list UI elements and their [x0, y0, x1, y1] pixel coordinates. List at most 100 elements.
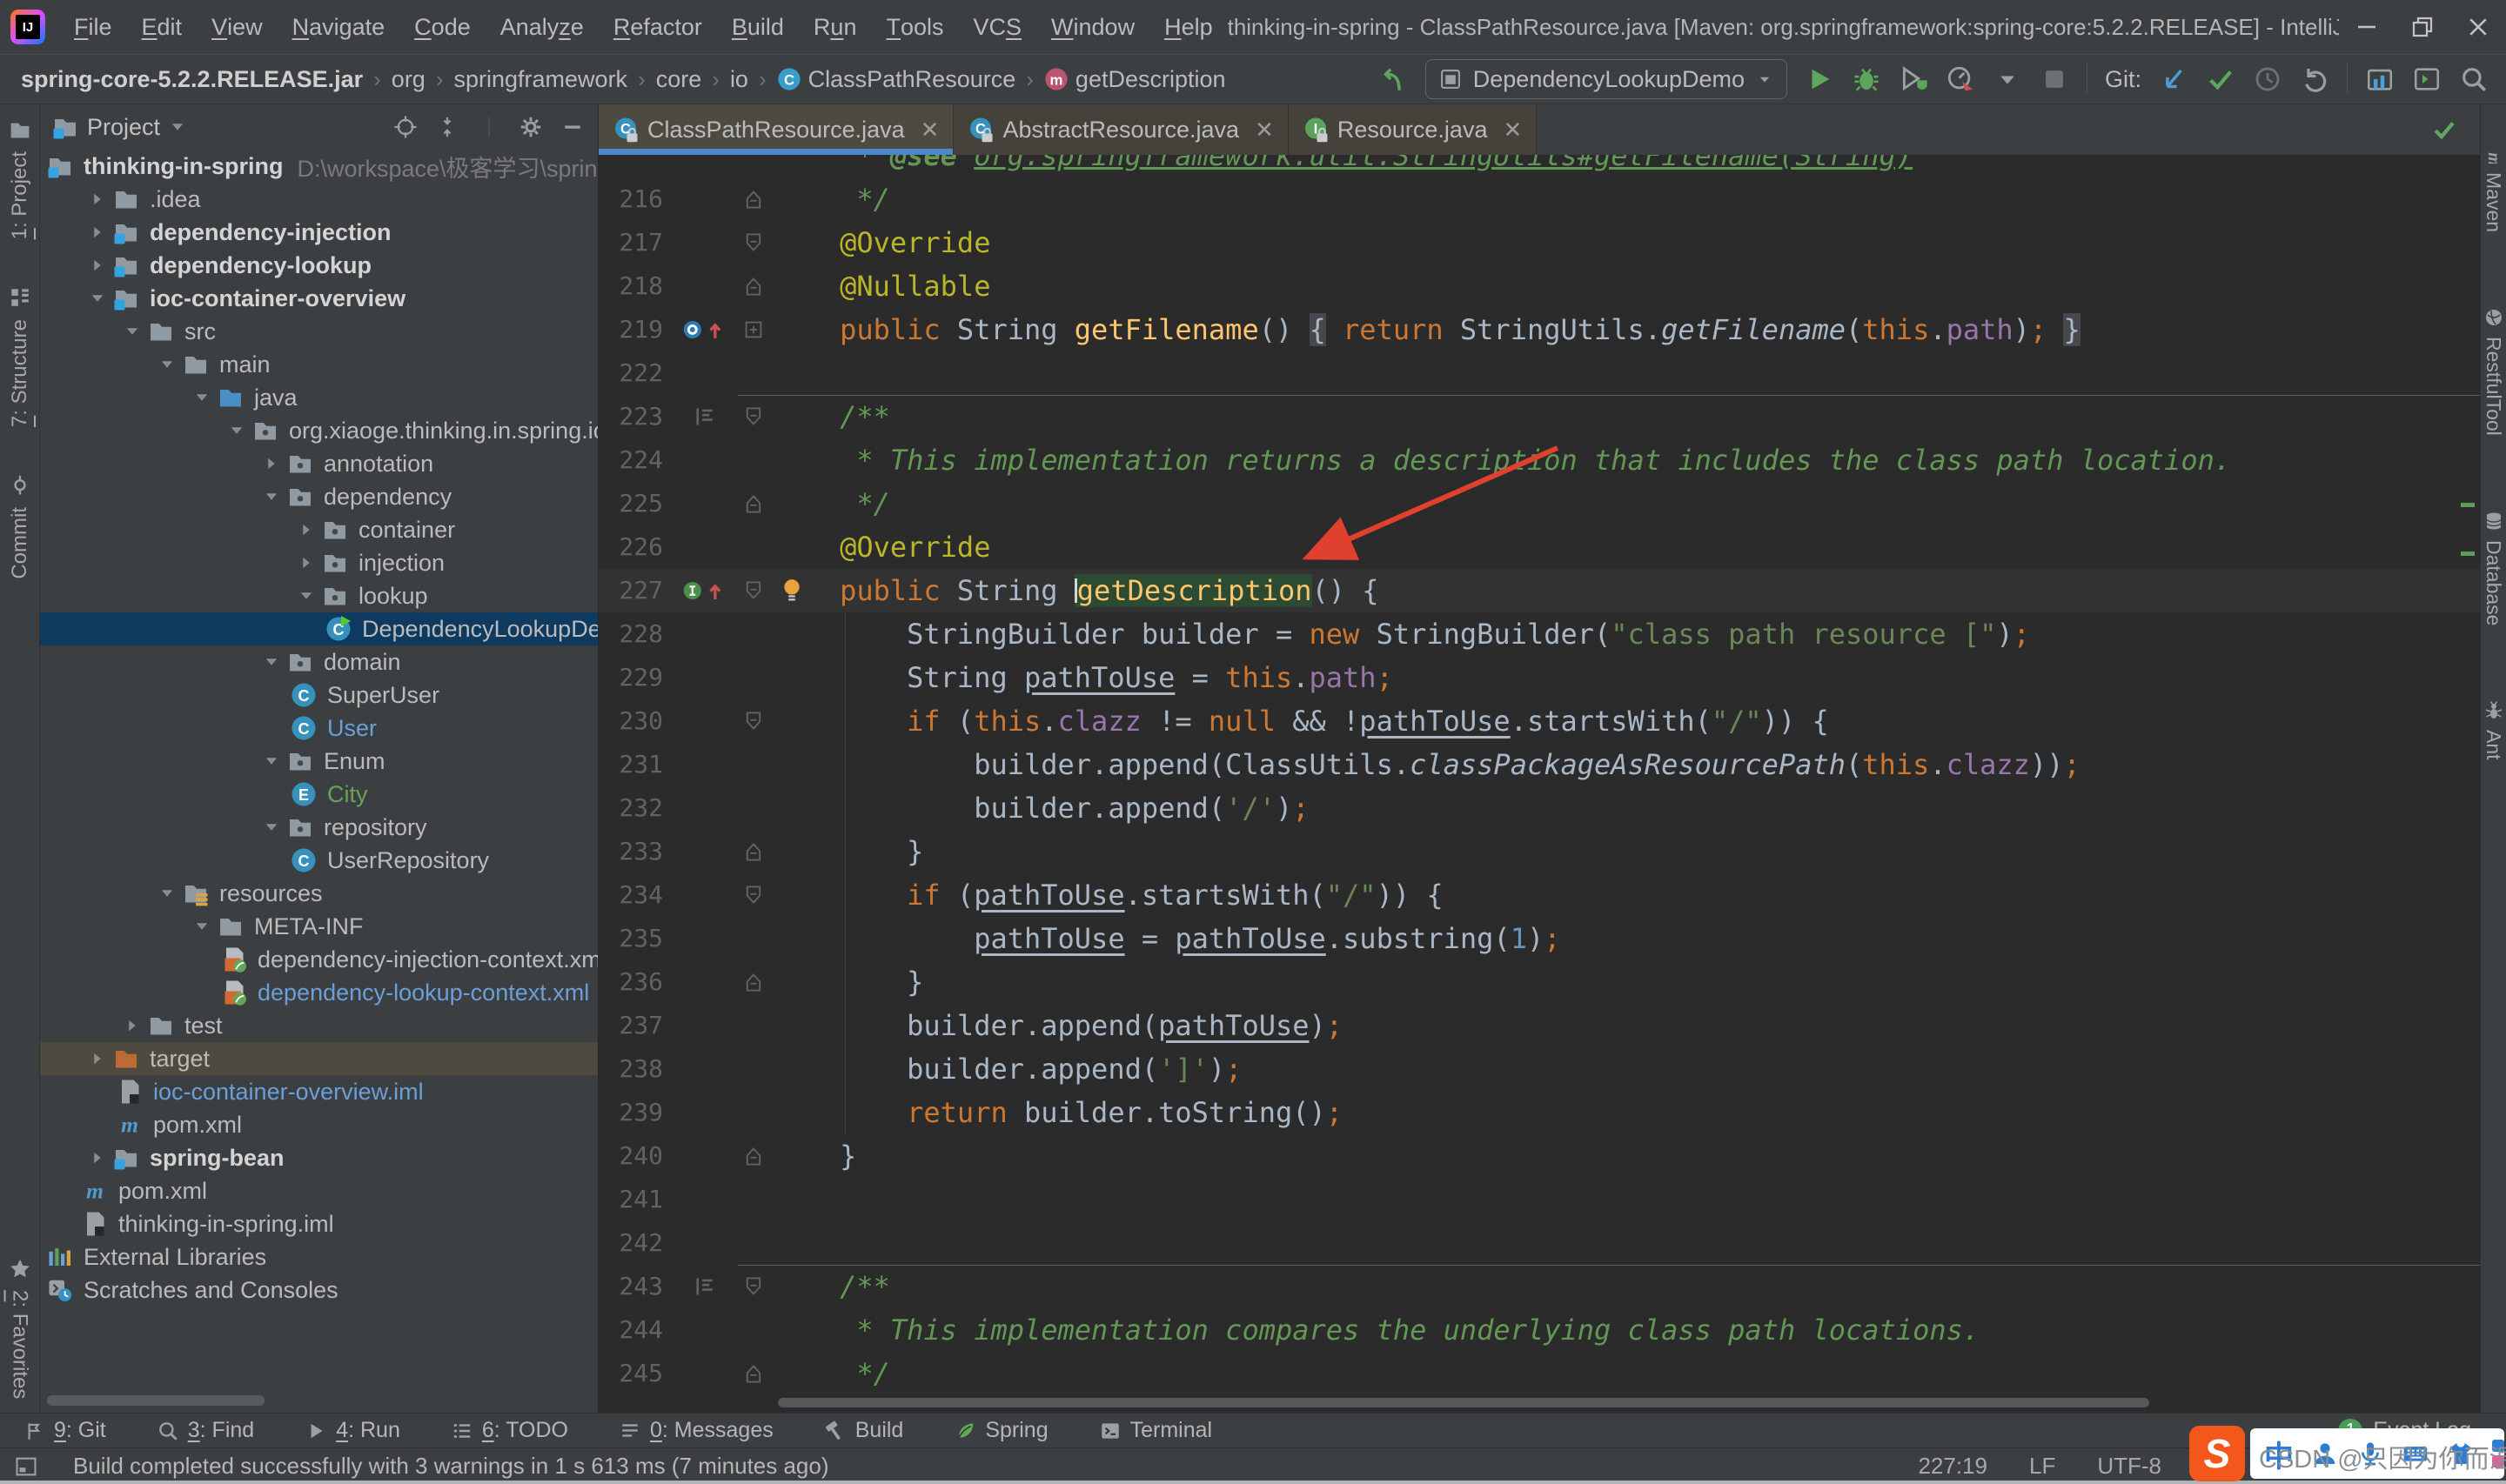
- file-encoding[interactable]: UTF-8: [2097, 1453, 2161, 1480]
- code-line-243[interactable]: 243 /**: [599, 1265, 2480, 1308]
- code-text[interactable]: /**: [773, 395, 2480, 438]
- code-line-227[interactable]: 227 public String getDescription() {: [599, 569, 2480, 612]
- toolwindow-bar-messages[interactable]: 0: Messages: [619, 1418, 774, 1443]
- code-text[interactable]: * This implementation returns a descript…: [773, 438, 2480, 482]
- fold-marker-slot[interactable]: [734, 569, 773, 612]
- tree-collapse-icon[interactable]: [291, 587, 322, 605]
- code-text[interactable]: * @see org.springframework.util.StringUt…: [773, 155, 2480, 177]
- tree-item-test[interactable]: test: [40, 1009, 598, 1042]
- tree-item-city[interactable]: E City: [40, 778, 598, 811]
- tree-item-superuser[interactable]: C SuperUser: [40, 678, 598, 712]
- toolwindow-bar-spring[interactable]: Spring: [954, 1418, 1049, 1443]
- profiler-icon[interactable]: [1946, 64, 1975, 94]
- toolwindow-button-7-structure[interactable]: 7: Structure: [8, 286, 32, 427]
- code-line-236[interactable]: 236 }: [599, 960, 2480, 1004]
- code-text[interactable]: pathToUse = pathToUse.substring(1);: [773, 917, 2480, 960]
- code-line-231[interactable]: 231 builder.append(ClassUtils.classPacka…: [599, 743, 2480, 786]
- tree-item-dependency-injection[interactable]: dependency-injection: [40, 216, 598, 249]
- tree-item-thinking-in-spring-iml[interactable]: thinking-in-spring.iml: [40, 1207, 598, 1240]
- code-line-230[interactable]: 230 if (this.clazz != null && !pathToUse…: [599, 699, 2480, 743]
- tree-collapse-icon[interactable]: [151, 356, 183, 373]
- toolwindow-button-maven[interactable]: m Maven: [2482, 143, 2505, 232]
- menu-refactor[interactable]: Refactor: [599, 0, 717, 54]
- window-close-button[interactable]: [2450, 0, 2506, 54]
- tree-expand-icon[interactable]: [291, 521, 322, 538]
- code-text[interactable]: StringBuilder builder = new StringBuilde…: [773, 612, 2480, 656]
- menu-run[interactable]: Run: [799, 0, 872, 54]
- menu-build[interactable]: Build: [717, 0, 799, 54]
- fold-up-icon[interactable]: [743, 189, 764, 210]
- tree-item-org-xiaoge-thinking-in-spring-ioc-over[interactable]: org.xiaoge.thinking.in.spring.ioc.over: [40, 414, 598, 447]
- breadcrumb-item[interactable]: C ClassPathResource: [774, 66, 1020, 93]
- locate-icon[interactable]: [392, 114, 419, 140]
- fold-down-icon[interactable]: [743, 232, 764, 253]
- override-icon[interactable]: [680, 318, 729, 341]
- tree-item-main[interactable]: main: [40, 348, 598, 381]
- tab-abstractresource-java[interactable]: C AbstractResource.java ✕: [954, 104, 1289, 155]
- window-min-button[interactable]: [2339, 0, 2395, 54]
- tree-item-pom-xml[interactable]: m pom.xml: [40, 1174, 598, 1207]
- code-text[interactable]: */: [773, 482, 2480, 525]
- fold-marker-slot[interactable]: [734, 177, 773, 221]
- fold-marker-slot[interactable]: [734, 699, 773, 743]
- code-text[interactable]: }: [773, 960, 2480, 1004]
- code-text[interactable]: builder.append('/');: [773, 786, 2480, 830]
- code-text[interactable]: public String getDescription() {: [773, 569, 2480, 612]
- toolwindow-toggle-icon[interactable]: [14, 1454, 38, 1479]
- code-text[interactable]: */: [773, 177, 2480, 221]
- fold-up-icon[interactable]: [743, 1363, 764, 1384]
- menu-code[interactable]: Code: [399, 0, 486, 54]
- tree-collapse-icon[interactable]: [256, 488, 287, 505]
- code-line-223[interactable]: 223 /**: [599, 395, 2480, 438]
- code-text[interactable]: builder.append(pathToUse);: [773, 1004, 2480, 1047]
- hide-icon[interactable]: [559, 114, 586, 140]
- toolwindow-button-restfultool[interactable]: RestfulTool: [2482, 307, 2505, 436]
- code-line-238[interactable]: 238 builder.append(']');: [599, 1047, 2480, 1091]
- sogou-input-icon[interactable]: S: [2189, 1426, 2245, 1481]
- code-text[interactable]: [773, 351, 2480, 395]
- toolwindow-bar-terminal[interactable]: Terminal: [1099, 1418, 1212, 1443]
- tree-item-dependency-lookup-context-xml[interactable]: dependency-lookup-context.xml: [40, 976, 598, 1009]
- dd-arrow-icon[interactable]: [1993, 64, 2022, 94]
- breadcrumb-item[interactable]: io: [727, 66, 752, 93]
- code-line-233[interactable]: 233 }: [599, 830, 2480, 873]
- code-line-241[interactable]: 241: [599, 1178, 2480, 1221]
- tree-collapse-icon[interactable]: [82, 290, 113, 307]
- tree-expand-icon[interactable]: [82, 1050, 113, 1067]
- fold-marker-slot[interactable]: [734, 221, 773, 264]
- tree-collapse-icon[interactable]: [186, 918, 218, 935]
- breadcrumb-item[interactable]: springframework: [451, 66, 632, 93]
- code-line-239[interactable]: 239 return builder.toString();: [599, 1091, 2480, 1134]
- tree-expand-icon[interactable]: [117, 1017, 148, 1034]
- tree-item-meta-inf[interactable]: META-INF: [40, 910, 598, 943]
- fold-up-icon[interactable]: [743, 972, 764, 993]
- tree-collapse-icon[interactable]: [117, 323, 148, 340]
- tree-item-domain[interactable]: domain: [40, 645, 598, 678]
- code-text[interactable]: * This implementation compares the under…: [773, 1308, 2480, 1352]
- code-line-219[interactable]: 219 public String getFilename() { return…: [599, 308, 2480, 351]
- toolwindow-button-2-favorites[interactable]: 2: Favorites: [8, 1257, 32, 1399]
- fold-marker-slot[interactable]: [734, 1352, 773, 1395]
- code-line-232[interactable]: 232 builder.append('/');: [599, 786, 2480, 830]
- toolwindow-button-1-project[interactable]: 1: Project: [8, 118, 32, 239]
- tree-item-enum[interactable]: Enum: [40, 745, 598, 778]
- menu-edit[interactable]: Edit: [127, 0, 198, 54]
- tab-close-icon[interactable]: ✕: [921, 117, 940, 144]
- code-text[interactable]: builder.append(ClassUtils.classPackageAs…: [773, 743, 2480, 786]
- code-text[interactable]: if (pathToUse.startsWith("/")) {: [773, 873, 2480, 917]
- run-configuration-select[interactable]: DependencyLookupDemo: [1424, 59, 1787, 99]
- fold-marker-slot[interactable]: [734, 395, 773, 438]
- tree-item-injection[interactable]: injection: [40, 546, 598, 579]
- caret-position[interactable]: 227:19: [1918, 1453, 1987, 1480]
- code-line-217[interactable]: 217 @Override: [599, 221, 2480, 264]
- menu-view[interactable]: View: [197, 0, 278, 54]
- tree-item-scratches-and-consoles[interactable]: Scratches and Consoles: [40, 1273, 598, 1307]
- window-restore-button[interactable]: [2395, 0, 2450, 54]
- inspections-ok-icon[interactable]: [2431, 117, 2457, 143]
- rollback-icon[interactable]: [2300, 64, 2329, 94]
- toolwindow-bar-find[interactable]: 3: Find: [157, 1418, 254, 1443]
- bulb-icon[interactable]: [780, 578, 804, 602]
- tree-item-target[interactable]: target: [40, 1042, 598, 1075]
- code-line-237[interactable]: 237 builder.append(pathToUse);: [599, 1004, 2480, 1047]
- fold-down-icon[interactable]: [743, 711, 764, 732]
